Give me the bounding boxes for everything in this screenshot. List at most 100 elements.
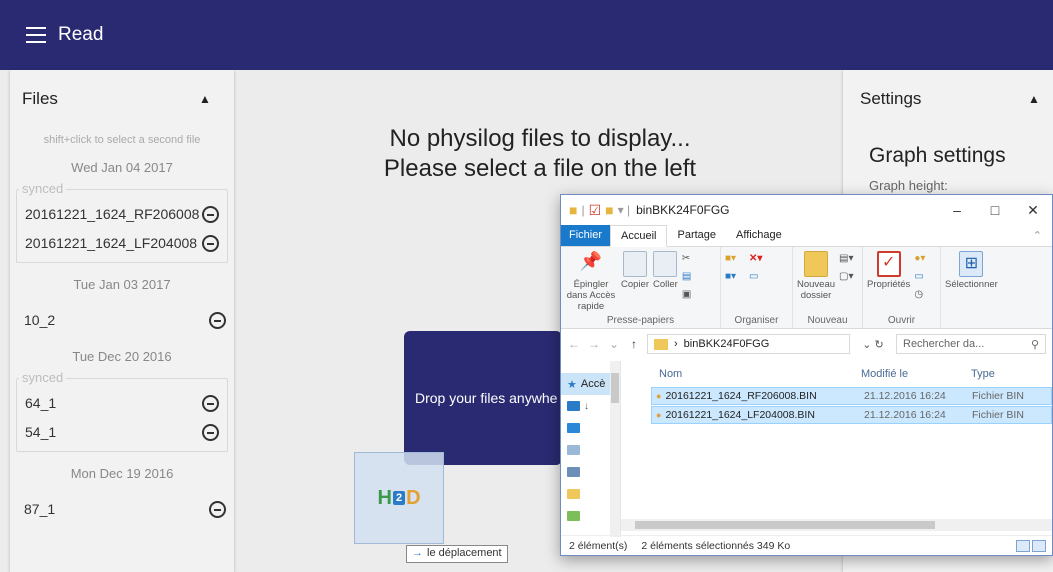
cut-icon[interactable]: ✂ [682, 253, 702, 265]
file-item[interactable]: 20161221_1624_LF204008 [17, 229, 227, 258]
ribbon-group-clipboard: 📌 Épingler dans Accès rapide Copier Coll… [561, 247, 721, 328]
tab-affichage[interactable]: Affichage [726, 225, 792, 246]
h2d-logo: H2D [377, 486, 421, 509]
remove-circle-icon[interactable] [209, 312, 226, 329]
new-item-icon[interactable]: ▤▾ [839, 253, 859, 265]
file-item[interactable]: 87_1 [10, 495, 234, 524]
clipboard-group-label: Presse-papiers [606, 315, 675, 326]
empty-state-line-2: Please select a file on the left [383, 155, 697, 182]
properties-button[interactable]: ✓ Propriétés [867, 251, 910, 290]
date-header: Mon Dec 19 2016 [70, 466, 174, 481]
path-chevron-icon: › [674, 338, 678, 350]
files-panel: Files ▲ shift+click to select a second f… [10, 70, 234, 572]
item-count: 2 élément(s) [569, 539, 628, 552]
file-item[interactable]: 64_1 [17, 389, 227, 418]
rename-icon[interactable]: ▭ [749, 271, 769, 283]
folder-icon [654, 338, 668, 350]
pin-quick-access-button[interactable]: 📌 Épingler dans Accès rapide [565, 251, 617, 312]
easy-access-icon[interactable]: ▢▾ [839, 271, 859, 283]
delete-icon[interactable]: ✕▾ [749, 253, 769, 265]
horizontal-scrollbar[interactable] [621, 519, 1052, 531]
chevron-up-icon[interactable]: ▲ [1027, 92, 1041, 106]
search-input[interactable]: Rechercher da... ⚲ [896, 334, 1046, 354]
dragged-file-icon: H2D [354, 452, 444, 544]
copy-button[interactable]: Copier [621, 251, 649, 290]
open-icon[interactable]: ●▾ [914, 253, 934, 265]
empty-state-message: No physilog files to display... Please s… [340, 124, 740, 184]
ribbon-group-organize: ■▾ ■▾ ✕▾ ▭ Organiser [721, 247, 793, 328]
hamburger-menu-icon[interactable] [26, 27, 46, 43]
close-button[interactable]: ✕ [1014, 202, 1052, 219]
file-row[interactable]: ● 20161221_1624_RF206008.BIN 21.12.2016 1… [651, 387, 1052, 405]
forward-arrow-icon[interactable]: → [587, 337, 601, 351]
paste-button[interactable]: Coller [653, 251, 678, 290]
status-bar: 2 élément(s) 2 éléments sélectionnés 349… [561, 535, 1052, 555]
file-name: 20161221_1624_RF206008 [25, 206, 200, 222]
ribbon-expand-icon[interactable]: ⌃ [1023, 225, 1052, 246]
refresh-icon[interactable]: ⌄ ↻ [856, 338, 890, 351]
settings-panel-header[interactable]: Settings ▲ [843, 70, 1053, 128]
history-icon[interactable]: ◷ [914, 289, 934, 301]
drag-move-text: le déplacement [427, 547, 502, 559]
synced-label: synced [19, 370, 67, 385]
files-panel-header[interactable]: Files ▲ [10, 70, 234, 128]
select-hint: shift+click to select a second file [43, 134, 201, 146]
quick-access-toolbar: ■ | ☑ ■ ▾ | [569, 201, 631, 219]
file-item[interactable]: 54_1 [17, 418, 227, 447]
explorer-titlebar[interactable]: ■ | ☑ ■ ▾ | binBKK24F0FGG – □ ✕ [561, 195, 1052, 225]
tab-fichier[interactable]: Fichier [561, 225, 611, 246]
file-name: 87_1 [24, 501, 56, 517]
select-all-icon: ⊞ [959, 251, 984, 277]
column-type[interactable]: Type [961, 368, 995, 380]
explorer-title: binBKK24F0FGG [636, 203, 730, 217]
folder-icon: ■ [569, 202, 578, 218]
edit-icon[interactable]: ▭ [914, 271, 934, 283]
column-modified[interactable]: Modifié le [851, 368, 961, 380]
new-folder-icon[interactable]: ■ [605, 202, 613, 218]
move-to-icon[interactable]: ■▾ [725, 253, 745, 265]
details-view-icon[interactable] [1016, 539, 1030, 552]
column-name[interactable]: Nom [621, 368, 851, 380]
file-item[interactable]: 10_2 [10, 306, 234, 335]
open-group-label: Ouvrir [887, 315, 916, 326]
chevron-up-icon[interactable]: ▲ [198, 92, 212, 106]
date-header: Tue Jan 03 2017 [73, 277, 171, 292]
up-arrow-icon[interactable]: ↑ [627, 337, 641, 351]
file-name: 54_1 [25, 424, 57, 440]
drop-zone[interactable]: Drop your files anywhe [404, 331, 562, 465]
address-path-field[interactable]: › binBKK24F0FGG [647, 334, 850, 354]
properties-icon[interactable]: ☑ [589, 202, 602, 219]
ribbon: 📌 Épingler dans Accès rapide Copier Coll… [561, 247, 1052, 329]
tiles-view-icon[interactable] [1032, 539, 1046, 552]
bin-file-icon: ● [656, 410, 662, 420]
remove-circle-icon[interactable] [209, 501, 226, 518]
paste-shortcut-icon[interactable]: ▣ [682, 289, 702, 301]
maximize-button[interactable]: □ [976, 202, 1014, 219]
synced-group: synced 20161221_1624_RF206008 20161221_1… [16, 181, 228, 263]
ribbon-group-select: ⊞ Sélectionner [941, 247, 1011, 328]
date-header: Wed Jan 04 2017 [71, 160, 173, 175]
minimize-button[interactable]: – [938, 202, 976, 219]
copy-path-icon[interactable]: ▤ [682, 271, 702, 283]
tab-partage[interactable]: Partage [667, 225, 726, 246]
remove-circle-icon[interactable] [202, 424, 219, 441]
tab-accueil[interactable]: Accueil [610, 225, 668, 247]
synced-label: synced [19, 181, 67, 196]
select-button[interactable]: ⊞ Sélectionner [945, 251, 998, 290]
graph-settings-heading: Graph settings [869, 144, 1006, 167]
recent-chevron-icon[interactable]: ⌄ [607, 337, 621, 351]
remove-circle-icon[interactable] [202, 206, 219, 223]
back-arrow-icon[interactable]: ← [567, 337, 581, 351]
navigation-pane: ★ Accè ↓ [561, 361, 621, 537]
file-list: Nom Modifié le Type ● 20161221_1624_RF206… [621, 361, 1052, 537]
new-folder-button[interactable]: Nouveau dossier [797, 251, 835, 301]
files-panel-title: Files [22, 89, 58, 108]
remove-circle-icon[interactable] [202, 395, 219, 412]
file-name: 10_2 [24, 312, 56, 328]
file-item[interactable]: 20161221_1624_RF206008 [17, 200, 227, 229]
copy-to-icon[interactable]: ■▾ [725, 271, 745, 283]
file-row[interactable]: ● 20161221_1624_LF204008.BIN 21.12.2016 1… [651, 406, 1052, 424]
file-name: 20161221_1624_LF204008 [25, 235, 198, 251]
nav-scrollbar[interactable] [610, 361, 620, 537]
remove-circle-icon[interactable] [202, 235, 219, 252]
